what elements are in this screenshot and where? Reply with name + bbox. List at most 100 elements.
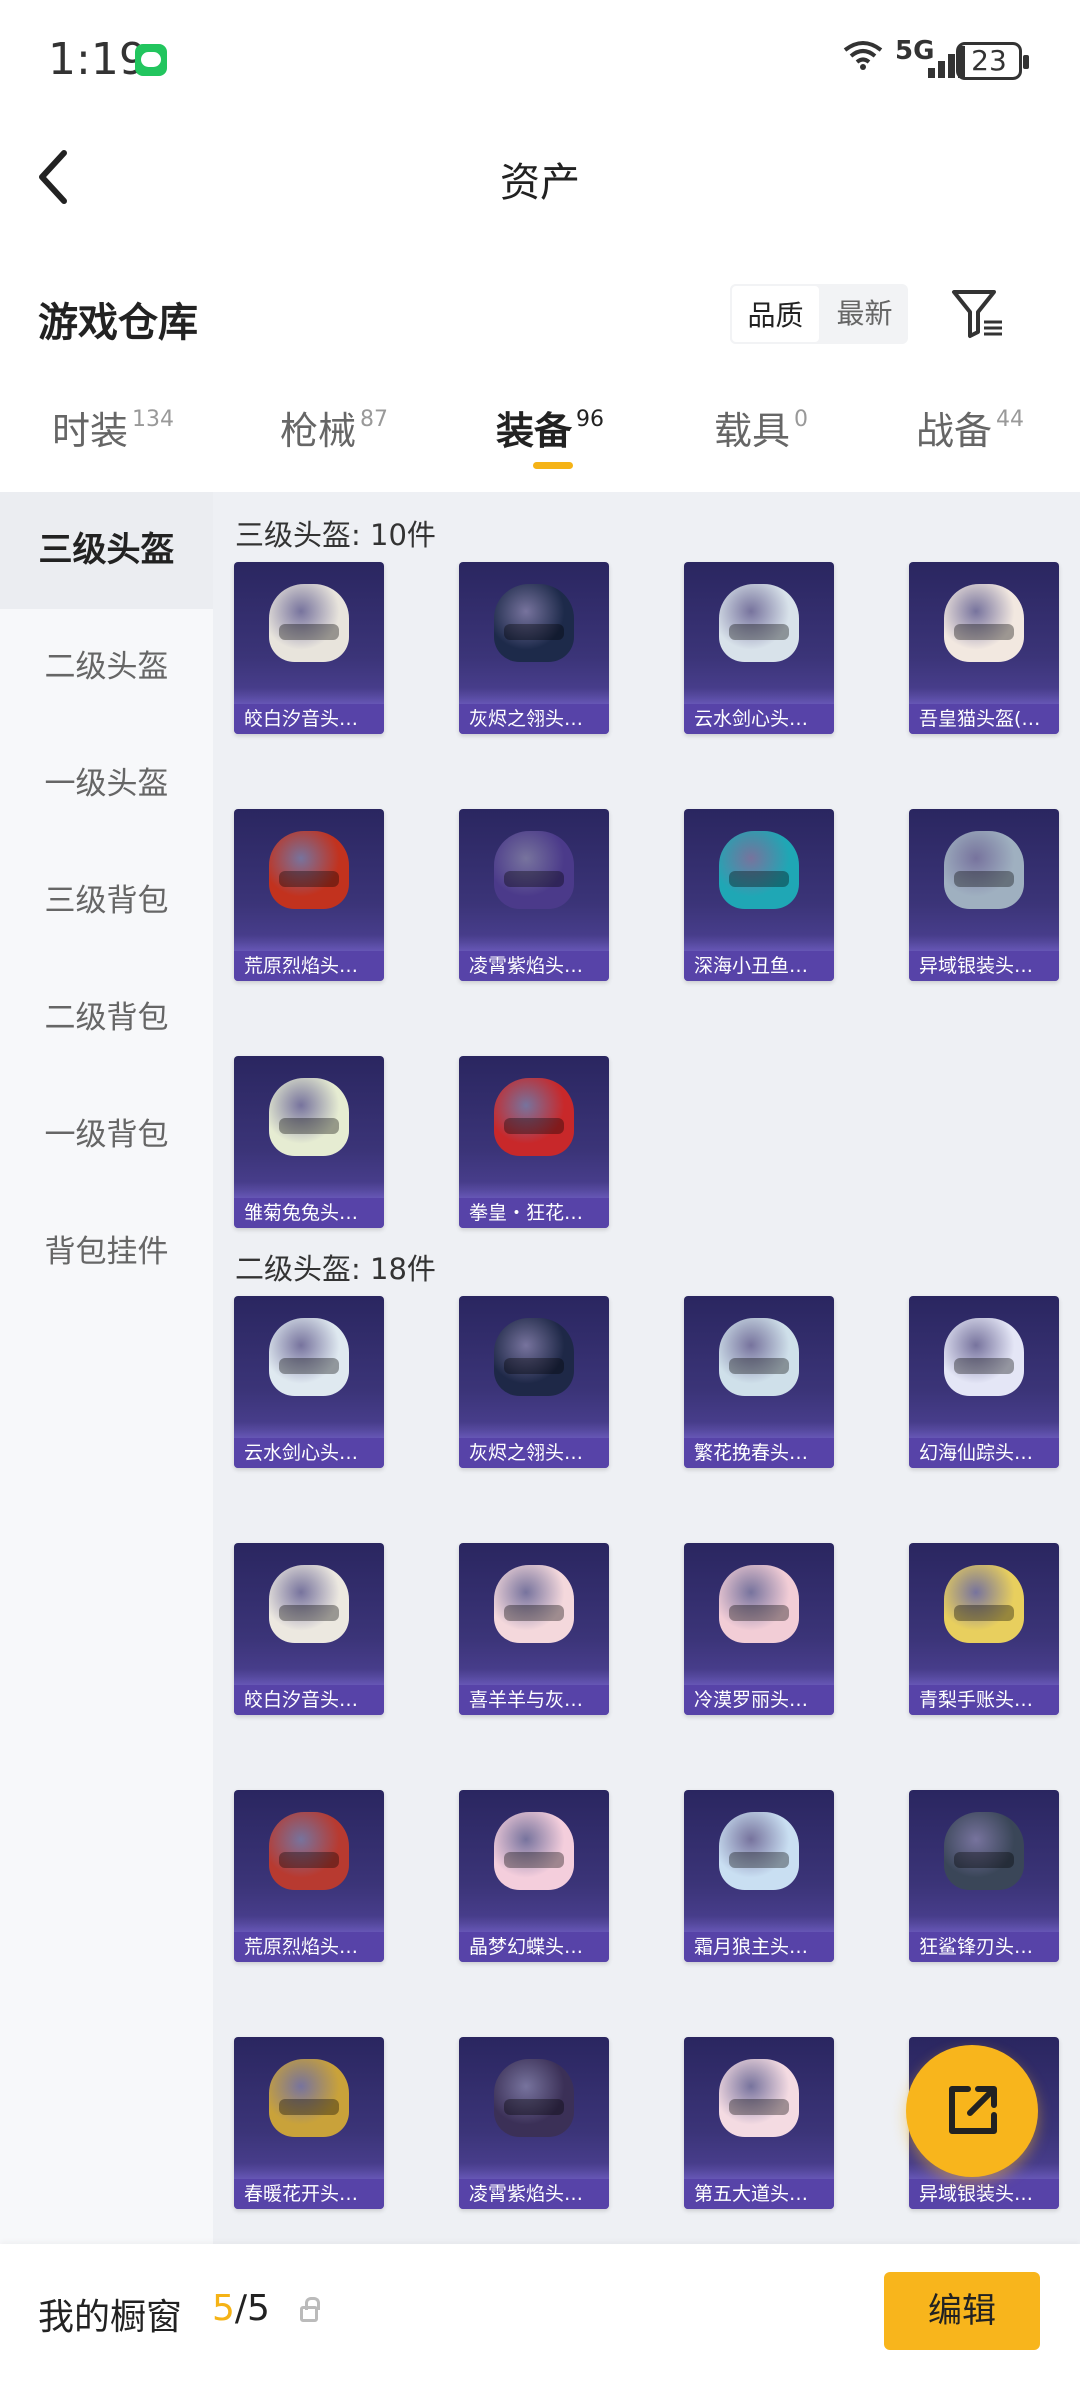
equipment-card[interactable]: 春暖花开头…	[234, 2037, 384, 2209]
equipment-name: 深海小丑鱼…	[684, 951, 834, 981]
equipment-card[interactable]: 霜月狼主头…	[684, 1790, 834, 1962]
equipment-name: 异域银装头…	[909, 951, 1059, 981]
sidebar-item-level3-helmet[interactable]: 三级头盔	[0, 492, 213, 609]
helmet-image	[269, 584, 349, 662]
sidebar-item-level3-backpack[interactable]: 三级背包	[0, 843, 213, 960]
helmet-visor	[504, 1852, 564, 1868]
helmet-visor	[279, 2099, 339, 2115]
showcase-label: 我的橱窗	[38, 2297, 183, 2338]
equipment-name: 皎白汐音头…	[234, 1685, 384, 1715]
sidebar-item-level1-backpack[interactable]: 一级背包	[0, 1077, 213, 1194]
helmet-image	[719, 1565, 799, 1643]
sidebar-item-level2-backpack[interactable]: 二级背包	[0, 960, 213, 1077]
showcase-bar: 我的橱窗 5/5 编辑	[0, 2244, 1080, 2381]
tab-fashion[interactable]: 时装 134	[52, 400, 174, 455]
equipment-card[interactable]: 灰烬之翎头…	[459, 562, 609, 734]
equipment-card[interactable]: 拳皇・狂花…	[459, 1056, 609, 1228]
share-button[interactable]	[906, 2045, 1038, 2177]
equipment-card[interactable]: 晶梦幻蝶头…	[459, 1790, 609, 1962]
helmet-image	[944, 831, 1024, 909]
equipment-card[interactable]: 云水剑心头…	[234, 1296, 384, 1468]
helmet-visor	[504, 871, 564, 887]
helmet-image	[494, 2059, 574, 2137]
helmet-image	[719, 1812, 799, 1890]
edit-button[interactable]: 编辑	[884, 2272, 1040, 2350]
equipment-name: 异域银装头…	[909, 2179, 1059, 2209]
helmet-visor	[504, 624, 564, 640]
sort-newest-button[interactable]: 最新	[821, 284, 908, 344]
helmet-visor	[729, 1605, 789, 1621]
helmet-image	[494, 831, 574, 909]
helmet-visor	[729, 2099, 789, 2115]
helmet-image	[719, 1318, 799, 1396]
equipment-card[interactable]: 雏菊兔兔头…	[234, 1056, 384, 1228]
equipment-card[interactable]: 荒原烈焰头…	[234, 1790, 384, 1962]
helmet-visor	[279, 1118, 339, 1134]
equipment-card[interactable]: 皎白汐音头…	[234, 562, 384, 734]
sort-quality-button[interactable]: 品质	[730, 284, 821, 344]
equipment-card[interactable]: 吾皇猫头盔(…	[909, 562, 1059, 734]
equipment-card[interactable]: 深海小丑鱼…	[684, 809, 834, 981]
equipment-name: 青梨手账头…	[909, 1685, 1059, 1715]
equipment-card[interactable]: 凌霄紫焰头…	[459, 809, 609, 981]
equipment-card[interactable]: 第五大道头…	[684, 2037, 834, 2209]
equipment-name: 霜月狼主头…	[684, 1932, 834, 1962]
helmet-visor	[279, 1852, 339, 1868]
helmet-image	[269, 831, 349, 909]
sidebar-item-level2-helmet[interactable]: 二级头盔	[0, 609, 213, 726]
equipment-card[interactable]: 喜羊羊与灰…	[459, 1543, 609, 1715]
helmet-image	[944, 1565, 1024, 1643]
equipment-card[interactable]: 异域银装头…	[909, 809, 1059, 981]
helmet-visor	[504, 1358, 564, 1374]
equipment-name: 灰烬之翎头…	[459, 704, 609, 734]
wifi-icon	[842, 38, 884, 81]
equipment-card[interactable]: 狂鲨锋刃头…	[909, 1790, 1059, 1962]
active-tab-indicator	[533, 462, 573, 469]
equipment-card[interactable]: 凌霄紫焰头…	[459, 2037, 609, 2209]
helmet-visor	[279, 871, 339, 887]
equipment-name: 皎白汐音头…	[234, 704, 384, 734]
equipment-name: 荒原烈焰头…	[234, 951, 384, 981]
sidebar-item-level1-helmet[interactable]: 一级头盔	[0, 726, 213, 843]
helmet-image	[494, 1078, 574, 1156]
sidebar-item-backpack-charm[interactable]: 背包挂件	[0, 1194, 213, 1311]
equipment-name: 雏菊兔兔头…	[234, 1198, 384, 1228]
helmet-visor	[954, 871, 1014, 887]
helmet-image	[494, 584, 574, 662]
sidebar: 三级头盔 二级头盔 一级头盔 三级背包 二级背包 一级背包 背包挂件	[0, 492, 213, 2244]
equipment-name: 云水剑心头…	[684, 704, 834, 734]
equipment-name: 喜羊羊与灰…	[459, 1685, 609, 1715]
tab-weapons[interactable]: 枪械 87	[280, 400, 388, 455]
equipment-card[interactable]: 幻海仙踪头…	[909, 1296, 1059, 1468]
tab-vehicles[interactable]: 载具 0	[714, 400, 808, 455]
equipment-card[interactable]: 青梨手账头…	[909, 1543, 1059, 1715]
group-title: 三级头盔: 10件	[235, 518, 436, 552]
equipment-card[interactable]: 云水剑心头…	[684, 562, 834, 734]
item-grid-area: 三级头盔: 10件皎白汐音头… 灰烬之翎头… 云水剑心头… 吾皇猫头盔(… 荒原烈焰头……	[213, 492, 1080, 2244]
helmet-visor	[954, 624, 1014, 640]
equipment-name: 灰烬之翎头…	[459, 1438, 609, 1468]
equipment-card[interactable]: 冷漠罗丽头…	[684, 1543, 834, 1715]
helmet-visor	[279, 1605, 339, 1621]
equipment-card[interactable]: 繁花挽春头…	[684, 1296, 834, 1468]
tab-equipment[interactable]: 装备 96	[496, 400, 604, 455]
equipment-card[interactable]: 荒原烈焰头…	[234, 809, 384, 981]
status-time: 1:19	[48, 34, 147, 85]
group-title: 二级头盔: 18件	[235, 1252, 436, 1286]
helmet-image	[719, 584, 799, 662]
filter-icon[interactable]	[948, 284, 1008, 344]
section-header: 游戏仓库 品质 最新	[0, 268, 1080, 368]
equipment-card[interactable]: 皎白汐音头…	[234, 1543, 384, 1715]
equipment-name: 凌霄紫焰头…	[459, 951, 609, 981]
equipment-card[interactable]: 灰烬之翎头…	[459, 1296, 609, 1468]
sort-toggle: 品质 最新	[730, 284, 908, 344]
helmet-visor	[954, 1358, 1014, 1374]
category-tabs: 时装 134 枪械 87 装备 96 载具 0 战备 44	[0, 370, 1080, 492]
tab-supplies[interactable]: 战备 44	[916, 400, 1024, 455]
helmet-image	[269, 1318, 349, 1396]
battery-icon: 23	[956, 42, 1029, 80]
equipment-name: 冷漠罗丽头…	[684, 1685, 834, 1715]
helmet-visor	[954, 1605, 1014, 1621]
helmet-visor	[504, 1605, 564, 1621]
helmet-image	[719, 2059, 799, 2137]
